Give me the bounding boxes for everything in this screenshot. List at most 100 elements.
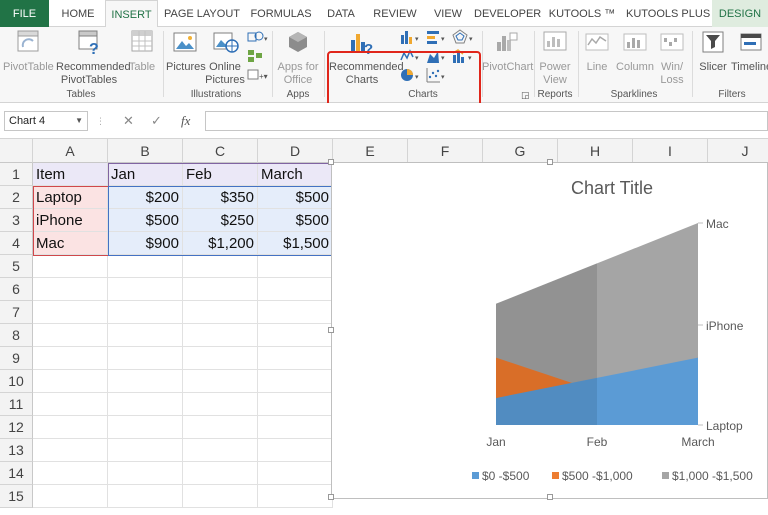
tab-formulas[interactable]: FORMULAS xyxy=(248,0,314,27)
grid-cell[interactable] xyxy=(33,439,108,462)
column-header[interactable]: D xyxy=(258,139,333,163)
grid-cell[interactable] xyxy=(258,255,333,278)
grid-cell[interactable] xyxy=(33,278,108,301)
column-header[interactable]: J xyxy=(708,139,768,163)
grid-cell[interactable] xyxy=(33,301,108,324)
tab-design[interactable]: DESIGN xyxy=(712,0,768,27)
grid-cell[interactable] xyxy=(258,416,333,439)
column-header[interactable]: A xyxy=(33,139,108,163)
grid-cell[interactable] xyxy=(183,370,258,393)
row-header[interactable]: 3 xyxy=(0,209,33,232)
column-header[interactable]: F xyxy=(408,139,483,163)
column-chart-icon[interactable]: ▾ xyxy=(400,29,422,45)
insert-function-icon[interactable]: fx xyxy=(181,113,190,129)
grid-cell[interactable] xyxy=(108,393,183,416)
grid-cell[interactable] xyxy=(33,462,108,485)
enter-icon[interactable]: ✓ xyxy=(151,113,162,129)
grid-cell[interactable] xyxy=(108,485,183,508)
grid-cell[interactable] xyxy=(33,393,108,416)
row-header[interactable]: 4 xyxy=(0,232,33,255)
name-box[interactable]: Chart 4 ▼ xyxy=(4,111,88,131)
row-header[interactable]: 8 xyxy=(0,324,33,347)
chart-object[interactable]: Chart Title Laptop iPhone Mac Jan Feb March $0 … xyxy=(328,159,768,500)
grid-cell[interactable] xyxy=(108,439,183,462)
row-header[interactable]: 15 xyxy=(0,485,33,508)
tab-insert[interactable]: INSERT xyxy=(105,0,158,28)
value-cell[interactable]: $900 xyxy=(108,232,183,255)
grid-cell[interactable] xyxy=(183,255,258,278)
item-cell[interactable]: Laptop xyxy=(33,186,108,209)
value-cell[interactable]: $500 xyxy=(258,209,333,232)
tab-kutools[interactable]: KUTOOLS ™ xyxy=(548,0,616,27)
grid-cell[interactable] xyxy=(108,278,183,301)
grid-cell[interactable] xyxy=(108,370,183,393)
value-cell[interactable]: $250 xyxy=(183,209,258,232)
cancel-icon[interactable]: ✕ xyxy=(123,113,134,129)
bar-chart-icon[interactable]: ▾ xyxy=(426,29,448,45)
tab-page-layout[interactable]: PAGE LAYOUT xyxy=(160,0,244,27)
row-header[interactable]: 1 xyxy=(0,163,33,186)
value-cell[interactable]: $350 xyxy=(183,186,258,209)
grid-cell[interactable] xyxy=(258,393,333,416)
resize-handle[interactable] xyxy=(547,159,553,165)
grid-cell[interactable] xyxy=(183,324,258,347)
row-header[interactable]: 10 xyxy=(0,370,33,393)
grid-cell[interactable] xyxy=(108,462,183,485)
grid-cell[interactable] xyxy=(33,416,108,439)
row-header[interactable]: 11 xyxy=(0,393,33,416)
grid-cell[interactable] xyxy=(183,462,258,485)
select-all-corner[interactable] xyxy=(0,139,33,163)
screenshot-icon[interactable]: +▾ xyxy=(247,68,269,82)
row-header[interactable]: 7 xyxy=(0,301,33,324)
resize-handle[interactable] xyxy=(328,327,334,333)
grid-cell[interactable] xyxy=(258,485,333,508)
tab-kutools-plus[interactable]: KUTOOLS PLUS xyxy=(626,0,710,27)
grid-cell[interactable] xyxy=(33,485,108,508)
grid-cell[interactable] xyxy=(108,324,183,347)
column-header[interactable]: I xyxy=(633,139,708,163)
row-header[interactable]: 5 xyxy=(0,255,33,278)
chevron-down-icon[interactable]: ▼ xyxy=(75,112,83,130)
charts-dialog-launcher-icon[interactable]: ◲ xyxy=(521,89,530,102)
tab-home[interactable]: HOME xyxy=(51,0,105,27)
grid-cell[interactable] xyxy=(33,347,108,370)
grid-cell[interactable] xyxy=(108,347,183,370)
grid-cell[interactable] xyxy=(108,301,183,324)
header-cell-march[interactable]: March xyxy=(258,163,333,186)
header-cell-item[interactable]: Item xyxy=(33,163,108,186)
grid-cell[interactable] xyxy=(183,393,258,416)
resize-handle[interactable] xyxy=(328,159,334,165)
row-header[interactable]: 9 xyxy=(0,347,33,370)
value-cell[interactable]: $500 xyxy=(108,209,183,232)
grid-cell[interactable] xyxy=(258,278,333,301)
tab-developer[interactable]: DEVELOPER xyxy=(474,0,541,27)
formula-input[interactable] xyxy=(205,111,768,131)
grid-cell[interactable] xyxy=(183,485,258,508)
smartart-icon[interactable] xyxy=(247,49,269,63)
grid-cell[interactable] xyxy=(183,278,258,301)
value-cell[interactable]: $500 xyxy=(258,186,333,209)
header-cell-jan[interactable]: Jan xyxy=(108,163,183,186)
shapes-icon[interactable]: ▾ xyxy=(247,30,269,44)
column-header[interactable]: C xyxy=(183,139,258,163)
grid-cell[interactable] xyxy=(258,462,333,485)
grid-cell[interactable] xyxy=(33,255,108,278)
row-header[interactable]: 12 xyxy=(0,416,33,439)
grid-cell[interactable] xyxy=(33,370,108,393)
grid-cell[interactable] xyxy=(258,439,333,462)
row-header[interactable]: 2 xyxy=(0,186,33,209)
radar-chart-icon[interactable]: ▾ xyxy=(452,29,476,45)
value-cell[interactable]: $1,500 xyxy=(258,232,333,255)
column-header[interactable]: B xyxy=(108,139,183,163)
tab-review[interactable]: REVIEW xyxy=(368,0,422,27)
column-header[interactable]: H xyxy=(558,139,633,163)
grid-cell[interactable] xyxy=(108,416,183,439)
row-header[interactable]: 13 xyxy=(0,439,33,462)
grid-cell[interactable] xyxy=(108,255,183,278)
tab-data[interactable]: DATA xyxy=(318,0,364,27)
item-cell[interactable]: Mac xyxy=(33,232,108,255)
grid-cell[interactable] xyxy=(258,301,333,324)
grid-cell[interactable] xyxy=(183,301,258,324)
value-cell[interactable]: $1,200 xyxy=(183,232,258,255)
grid-cell[interactable] xyxy=(258,370,333,393)
